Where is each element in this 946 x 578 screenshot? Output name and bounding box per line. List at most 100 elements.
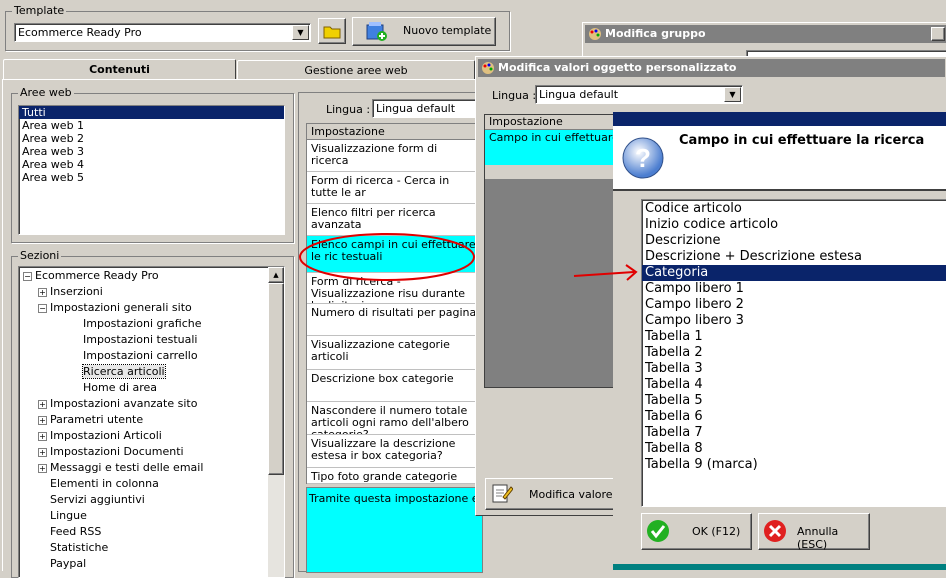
option-item[interactable]: Tabella 2 <box>642 345 946 361</box>
valori-grid[interactable]: Impostazione Campo in cui effettuare la <box>484 114 614 388</box>
aree-web-item[interactable]: Area web 4 <box>19 158 284 171</box>
tree-item[interactable]: Feed RSS <box>38 524 101 540</box>
palette-icon <box>482 62 494 74</box>
tree-item[interactable]: Impostazioni grafiche <box>69 316 202 332</box>
option-item[interactable]: Tabella 1 <box>642 329 946 345</box>
new-template-icon <box>366 22 387 41</box>
option-item[interactable]: Codice articolo <box>642 201 946 217</box>
tree-item[interactable]: Ricerca articoli <box>69 364 166 380</box>
tree-item[interactable]: Lingue <box>38 508 87 524</box>
chevron-down-icon[interactable]: ▼ <box>292 25 309 40</box>
scroll-up-button[interactable]: ▲ <box>268 267 284 283</box>
settings-description: Tramite questa impostazione e' pos <box>306 487 505 573</box>
tree-item[interactable]: Statistiche <box>38 540 108 556</box>
cancel-button[interactable]: Annulla (ESC) <box>758 513 870 551</box>
settings-row[interactable]: Nascondere il numero totale articoli ogn… <box>307 402 482 435</box>
option-item[interactable]: Inizio codice articolo <box>642 217 946 233</box>
valori-lingua-combo[interactable]: Lingua default ▼ <box>535 85 743 104</box>
settings-row[interactable]: Visualizzazione form di ricerca <box>307 140 482 172</box>
lingua-combo[interactable]: Lingua default <box>372 99 482 118</box>
dialog-titlebar[interactable] <box>613 112 946 126</box>
option-item[interactable]: Campo libero 3 <box>642 313 946 329</box>
sezioni-legend: Sezioni <box>18 249 62 262</box>
tree-item[interactable]: Home di area <box>69 380 157 396</box>
aree-web-item[interactable]: Area web 2 <box>19 132 284 145</box>
valori-grid-header: Impostazione <box>485 115 613 129</box>
template-combo[interactable]: Ecommerce Ready Pro ▼ <box>14 23 311 42</box>
tree-item[interactable]: + Impostazioni Documenti <box>38 444 184 460</box>
modifica-valori-titlebar[interactable]: Modifica valori oggetto personalizzato <box>478 59 945 77</box>
expand-icon[interactable]: + <box>38 447 47 457</box>
collapse-icon[interactable]: − <box>23 271 32 281</box>
settings-row[interactable]: Visualizzare la descrizione estesa ir bo… <box>307 435 482 468</box>
settings-row[interactable]: Descrizione box categorie <box>307 370 482 402</box>
folder-icon <box>323 26 341 39</box>
settings-row[interactable]: Numero di risultati per pagina <box>307 304 482 336</box>
valori-lingua-value: Lingua default <box>539 88 619 101</box>
tab-gestione-aree-web[interactable]: Gestione aree web <box>237 60 475 80</box>
settings-row[interactable]: Form di ricerca - Cerca in tutte le ar <box>307 172 482 204</box>
tab-contenuti[interactable]: Contenuti <box>3 59 236 80</box>
aree-web-item[interactable]: Tutti <box>19 106 284 119</box>
tree-item[interactable]: + Inserzioni <box>38 284 103 300</box>
aree-web-list[interactable]: Tutti Area web 1 Area web 2 Area web 3 Area … <box>18 105 285 235</box>
tree-item[interactable]: Elementi in colonna <box>38 476 159 492</box>
option-item[interactable]: Tabella 5 <box>642 393 946 409</box>
tree-item[interactable]: + Impostazioni avanzate sito <box>38 396 197 412</box>
option-item[interactable]: Tabella 4 <box>642 377 946 393</box>
dialog-question: Campo in cui effettuare la ricerca <box>679 133 925 148</box>
settings-panel: Lingua : Lingua default Impostazione Vis… <box>298 92 505 573</box>
tree-item[interactable]: Impostazioni carrello <box>69 348 198 364</box>
option-item[interactable]: Tabella 9 (marca) <box>642 457 946 473</box>
scroll-thumb[interactable] <box>268 283 284 475</box>
settings-row[interactable]: Tipo foto grande categorie <box>307 468 482 484</box>
modifica-gruppo-titlebar[interactable]: Modifica gruppo <box>585 25 946 43</box>
option-item[interactable]: Campo libero 2 <box>642 297 946 313</box>
tree-item[interactable]: + Impostazioni Articoli <box>38 428 162 444</box>
valori-grid-row[interactable]: Campo in cui effettuare la <box>485 130 613 167</box>
tree-scrollbar[interactable]: ▲ <box>268 267 284 577</box>
new-template-button[interactable]: Nuovo template <box>352 17 496 46</box>
tree-root[interactable]: − Ecommerce Ready Pro <box>23 268 159 284</box>
option-item[interactable]: Tabella 7 <box>642 425 946 441</box>
collapse-icon[interactable]: − <box>38 303 47 313</box>
settings-grid[interactable]: Impostazione Visualizzazione form di ric… <box>306 123 482 484</box>
annotation-arrow <box>573 264 638 281</box>
option-item[interactable]: Tabella 8 <box>642 441 946 457</box>
tree-item[interactable]: + Parametri utente <box>38 412 143 428</box>
tree-item[interactable]: + Messaggi e testi delle email <box>38 460 203 476</box>
tree-item[interactable]: Servizi aggiuntivi <box>38 492 145 508</box>
option-item[interactable]: Tabella 3 <box>642 361 946 377</box>
option-item[interactable]: Descrizione + Descrizione estesa <box>642 249 946 265</box>
aree-web-item[interactable]: Area web 5 <box>19 171 284 184</box>
aree-web-legend: Aree web <box>18 86 74 99</box>
close-icon[interactable] <box>931 27 945 41</box>
expand-icon[interactable]: + <box>38 399 47 409</box>
option-item[interactable]: Campo libero 1 <box>642 281 946 297</box>
open-folder-button[interactable] <box>318 18 346 44</box>
options-list[interactable]: Codice articolo Inizio codice articolo Des… <box>641 199 946 507</box>
expand-icon[interactable]: + <box>38 415 47 425</box>
expand-icon[interactable]: + <box>38 463 47 473</box>
option-item[interactable]: Tabella 6 <box>642 409 946 425</box>
sezioni-group: Sezioni − Ecommerce Ready Pro + Inserzioni −… <box>11 249 294 578</box>
dialog-bottom-edge <box>613 564 946 570</box>
modifica-valore-button[interactable]: Modifica valore <box>485 478 616 510</box>
lingua-label: Lingua : <box>326 103 371 116</box>
aree-web-item[interactable]: Area web 1 <box>19 119 284 132</box>
question-icon: ? <box>622 137 664 179</box>
template-legend: Template <box>12 4 67 17</box>
tree-item[interactable]: Impostazioni testuali <box>69 332 198 348</box>
ok-button[interactable]: OK (F12) <box>641 513 752 550</box>
palette-icon <box>589 28 601 40</box>
option-item[interactable]: Categoria <box>642 265 946 281</box>
expand-icon[interactable]: + <box>38 431 47 441</box>
lingua-combo-value: Lingua default <box>376 102 456 115</box>
option-item[interactable]: Descrizione <box>642 233 946 249</box>
settings-row[interactable]: Visualizzazione categorie articoli <box>307 336 482 370</box>
expand-icon[interactable]: + <box>38 287 47 297</box>
tree-item[interactable]: − Impostazioni generali sito <box>38 300 192 316</box>
sezioni-tree[interactable]: − Ecommerce Ready Pro + Inserzioni − Impostaz… <box>18 266 285 578</box>
chevron-down-icon[interactable]: ▼ <box>724 87 741 102</box>
aree-web-item[interactable]: Area web 3 <box>19 145 284 158</box>
